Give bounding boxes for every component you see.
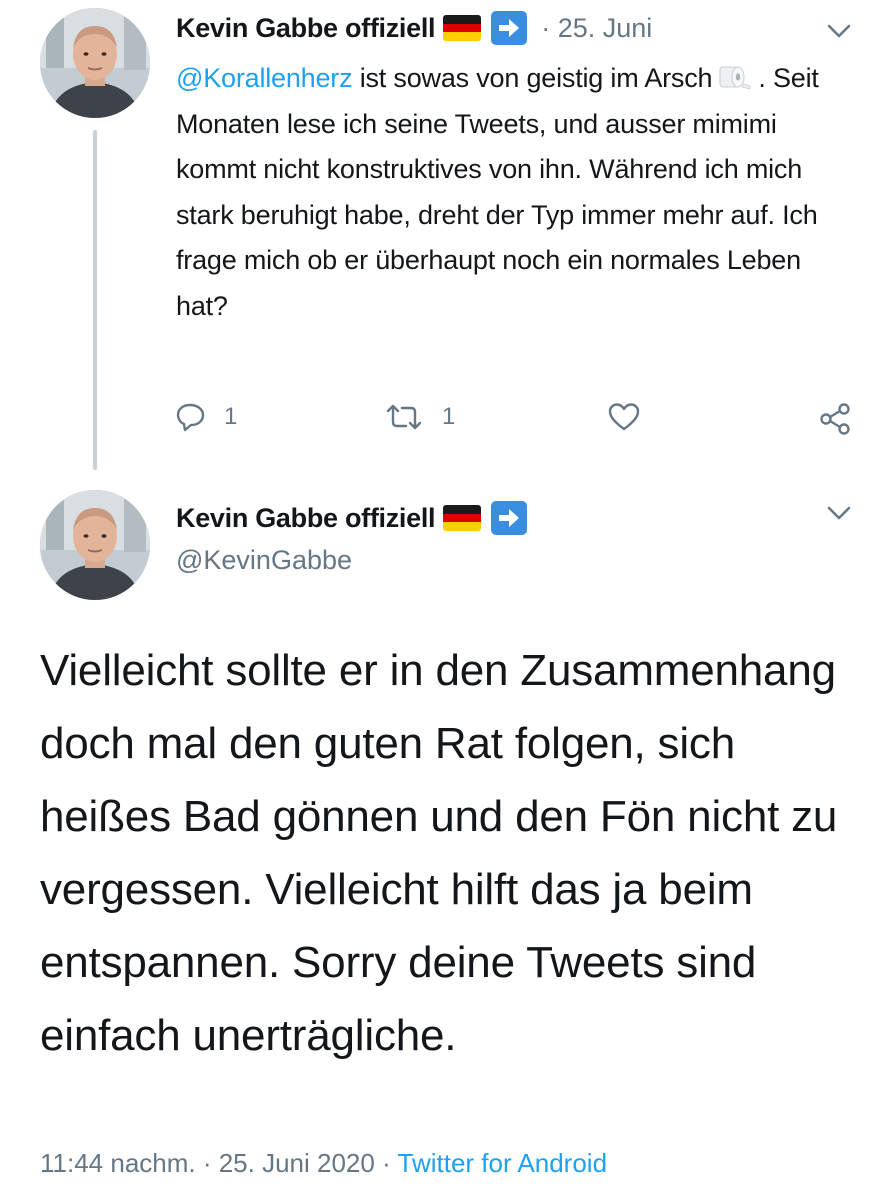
avatar[interactable] [40,490,150,600]
reply-icon [176,403,205,432]
retweet-icon [386,404,422,430]
display-name[interactable]: Kevin Gabbe offiziell [176,503,436,534]
retweet-button[interactable]: 1 [384,402,455,432]
reply-count: 1 [224,403,238,430]
chevron-down-icon[interactable] [826,500,852,526]
share-button[interactable] [818,402,852,436]
like-button[interactable] [608,402,640,432]
tweet-2-header: Kevin Gabbe offiziell [176,498,528,538]
germany-flag-icon [443,15,482,41]
tweet-date[interactable]: · 25. Juni [541,13,652,44]
tweet-text-part: ist sowas von geistig im Arsch [352,63,713,93]
share-icon [820,403,850,435]
user-handle[interactable]: @KevinGabbe [176,545,352,576]
mention-link[interactable]: @Korallenherz [176,63,353,93]
right-arrow-box-icon [491,501,528,535]
tweet-1-header: Kevin Gabbe offiziell · 25. Juni [176,8,652,48]
avatar[interactable] [40,8,150,118]
tweet-2-text: Vielleicht sollte er in den Zusammenhang… [40,646,838,1060]
tweet-timestamp[interactable]: 11:44 nachm. · 25. Juni 2020 · [40,1148,398,1178]
germany-flag-icon [443,505,482,531]
tweet-actions: 1 1 [176,400,866,440]
display-name[interactable]: Kevin Gabbe offiziell [176,13,436,44]
retweet-count: 1 [442,403,456,430]
right-arrow-box-icon [491,11,528,45]
reply-button[interactable]: 1 [176,402,237,432]
thread-connector-line [93,130,97,470]
tweet-1-text: @Korallenherz ist sowas von geistig im A… [176,56,836,329]
heart-icon [608,403,640,431]
chevron-down-icon[interactable] [826,18,852,44]
toilet-roll-icon [718,59,752,90]
tweet-metadata: 11:44 nachm. · 25. Juni 2020 · Twitter f… [40,1148,607,1179]
tweet-text-part: . Seit Monaten lese ich seine Tweets, un… [176,63,819,321]
tweet-source-link[interactable]: Twitter for Android [398,1148,608,1178]
